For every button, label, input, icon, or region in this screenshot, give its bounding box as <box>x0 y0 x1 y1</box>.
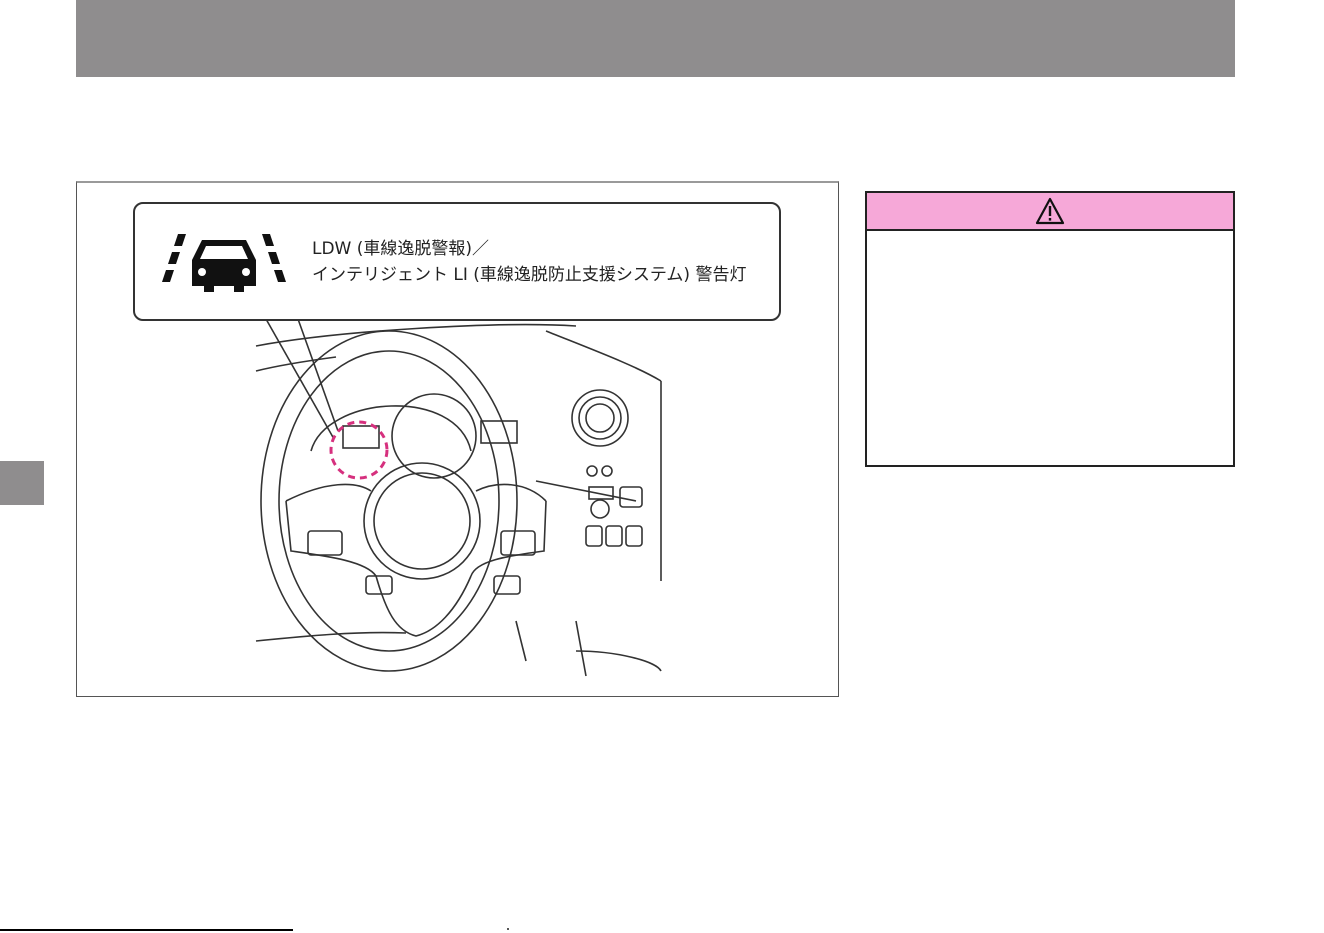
warning-header <box>867 193 1233 231</box>
warning-triangle-icon <box>1035 197 1065 225</box>
callout-line-1: LDW (車線逸脱警報)／ <box>312 239 490 259</box>
callout-text: LDW (車線逸脱警報)／ インテリジェント LI (車線逸脱防止支援システム)… <box>312 236 772 288</box>
lane-departure-car-icon <box>162 234 286 292</box>
footer-rule <box>0 929 293 931</box>
warning-box <box>865 191 1235 467</box>
chapter-side-tab <box>0 461 44 505</box>
header-bar <box>76 0 1235 77</box>
footer-mark <box>507 928 509 930</box>
callout-line-2: インテリジェント LI (車線逸脱防止支援システム) 警告灯 <box>312 265 747 285</box>
